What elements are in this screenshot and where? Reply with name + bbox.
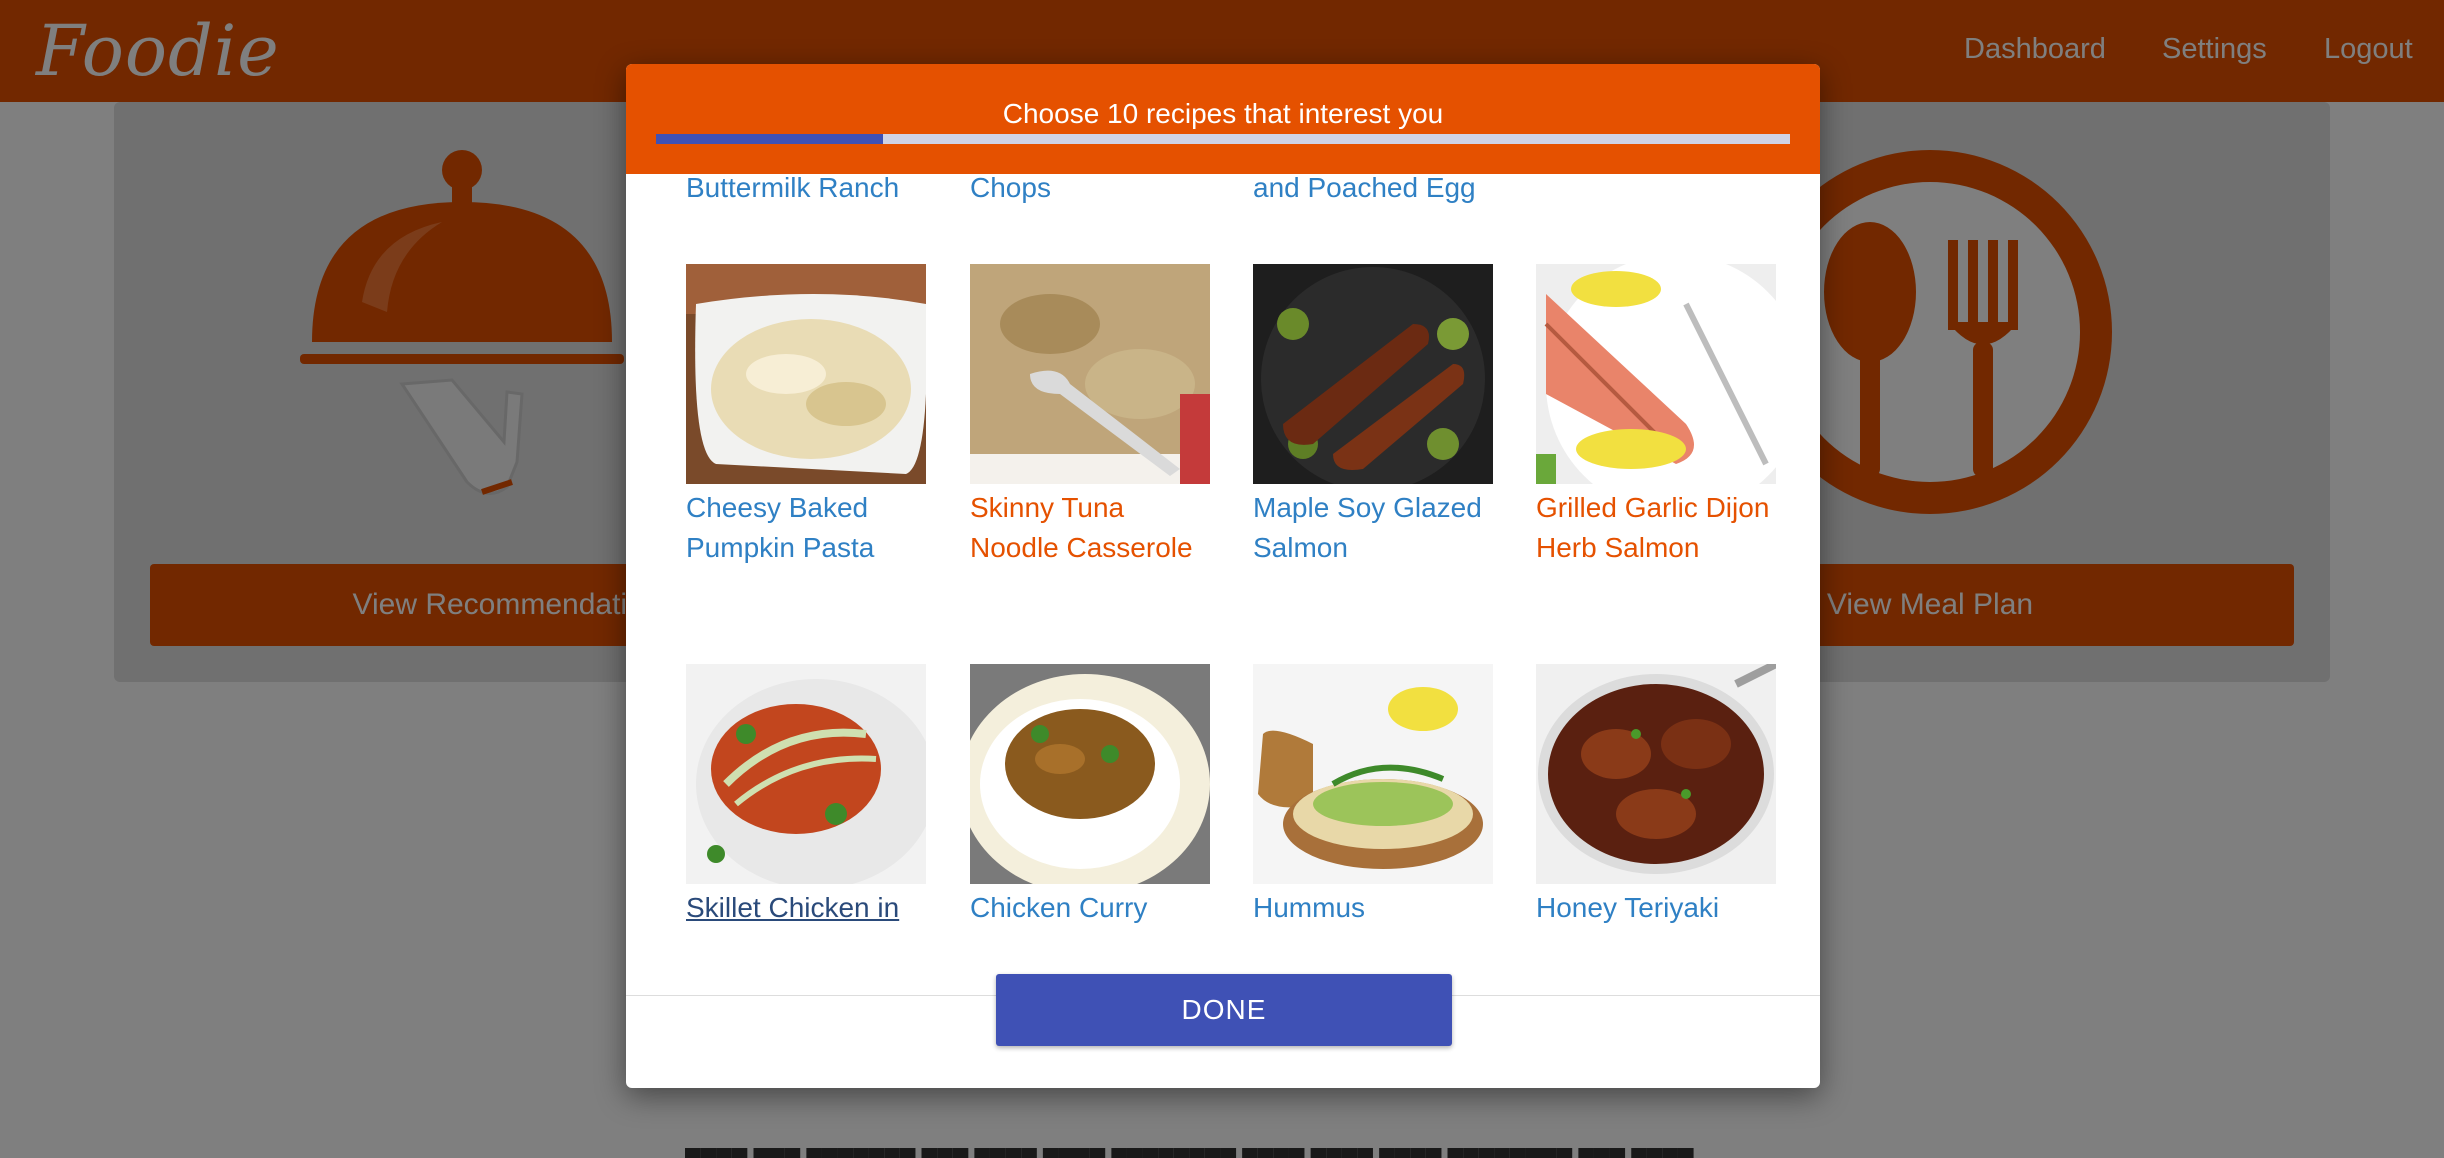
modal-title: Choose 10 recipes that interest you — [1002, 98, 1444, 129]
recipe-card[interactable]: Chicken Curry — [970, 664, 1210, 928]
recipe-title-partial[interactable]: Buttermilk Ranch — [686, 174, 899, 208]
recipe-image-pumpkin-pasta[interactable] — [686, 264, 926, 484]
recipe-image-skillet-chicken[interactable] — [686, 664, 926, 884]
recipe-card[interactable]: Hummus — [1253, 664, 1493, 928]
recipe-image-chicken-curry[interactable] — [970, 664, 1210, 884]
recipe-title-partial[interactable]: and Poached Egg — [1253, 174, 1476, 208]
progress-fill — [656, 134, 883, 144]
recipe-card[interactable]: Skillet Chicken in — [686, 664, 926, 928]
recipe-card[interactable]: Maple Soy Glazed Salmon — [1253, 264, 1493, 568]
recipe-image-maple-salmon[interactable] — [1253, 264, 1493, 484]
recipe-image-tuna-casserole[interactable] — [970, 264, 1210, 484]
recipe-title[interactable]: Skillet Chicken in — [686, 888, 926, 928]
recipe-title[interactable]: Chicken Curry — [970, 888, 1210, 928]
recipe-image-garlic-salmon[interactable] — [1536, 264, 1776, 484]
recipe-card[interactable]: Honey Teriyaki — [1536, 664, 1776, 928]
recipe-card[interactable]: Cheesy Baked Pumpkin Pasta — [686, 264, 926, 568]
recipe-card[interactable]: Grilled Garlic Dijon Herb Salmon — [1536, 264, 1776, 568]
recipe-title[interactable]: Honey Teriyaki — [1536, 888, 1776, 928]
done-button[interactable]: DONE — [996, 974, 1452, 1046]
recipe-title[interactable]: Maple Soy Glazed Salmon — [1253, 488, 1493, 568]
recipe-card[interactable]: Skinny Tuna Noodle Casserole — [970, 264, 1210, 568]
recipe-picker-modal: Choose 10 recipes that interest you Butt… — [626, 64, 1820, 1088]
recipe-image-honey-teriyaki[interactable] — [1536, 664, 1776, 884]
modal-header: Choose 10 recipes that interest you — [626, 64, 1820, 174]
recipe-title[interactable]: Hummus — [1253, 888, 1493, 928]
recipe-title[interactable]: Grilled Garlic Dijon Herb Salmon — [1536, 488, 1776, 568]
recipe-image-hummus[interactable] — [1253, 664, 1493, 884]
recipe-grid[interactable]: Buttermilk Ranch Chops and Poached Egg C… — [626, 174, 1820, 996]
recipe-title-partial[interactable]: Chops — [970, 174, 1051, 208]
selection-progress-bar — [656, 134, 1790, 144]
recipe-title[interactable]: Skinny Tuna Noodle Casserole — [970, 488, 1210, 568]
recipe-title[interactable]: Cheesy Baked Pumpkin Pasta — [686, 488, 926, 568]
